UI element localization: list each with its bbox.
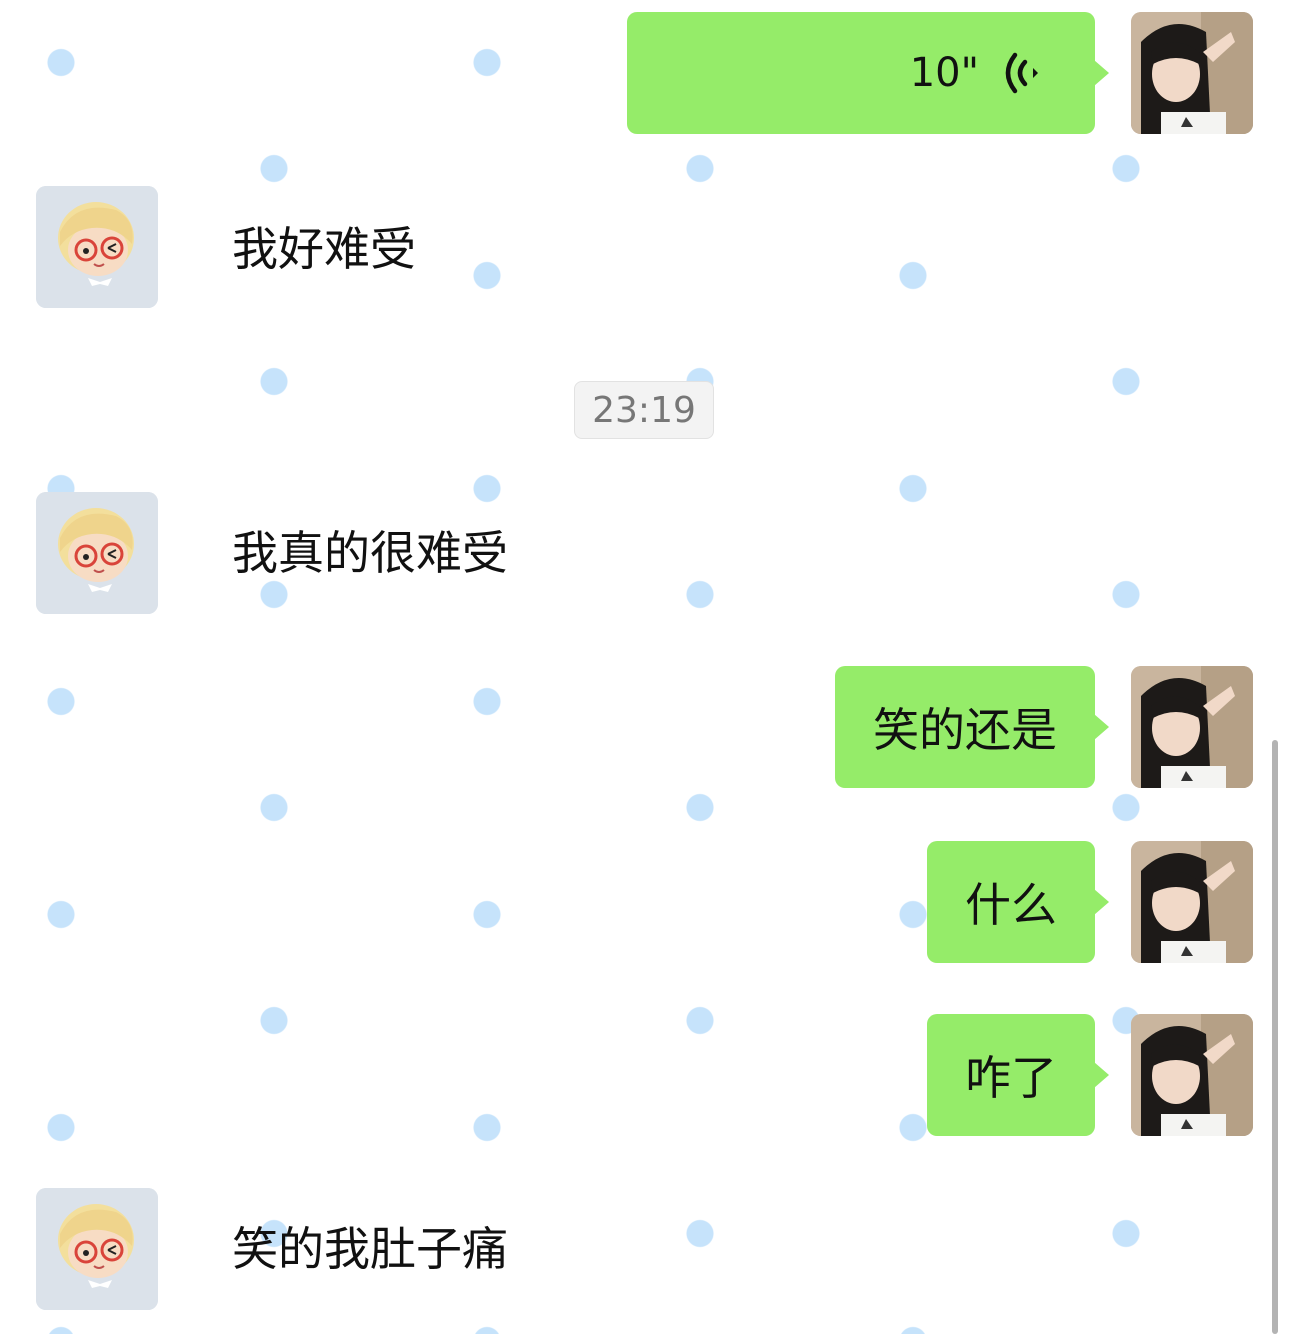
- my-avatar[interactable]: [1131, 12, 1253, 134]
- my-message-bubble[interactable]: 笑的还是: [835, 666, 1109, 788]
- my-message-text: 什么: [965, 878, 1057, 932]
- my-message-text: 笑的还是: [873, 703, 1057, 757]
- friend-message-text[interactable]: 我真的很难受: [232, 526, 508, 580]
- friend-avatar[interactable]: [36, 492, 158, 614]
- my-message-text: 咋了: [965, 1051, 1057, 1105]
- my-message-bubble[interactable]: 什么: [927, 841, 1109, 963]
- my-avatar[interactable]: [1131, 841, 1253, 963]
- my-avatar[interactable]: [1131, 666, 1253, 788]
- my-message-bubble[interactable]: 咋了: [927, 1014, 1109, 1136]
- voice-message-bubble[interactable]: 10": [627, 12, 1109, 134]
- voice-duration: 10": [909, 50, 979, 96]
- friend-avatar[interactable]: [36, 186, 158, 308]
- chat-message-list[interactable]: 10" 我好难受 23:19 我真的很难受 笑的还是 什么 咋了 笑的我肚子痛: [0, 0, 1290, 1334]
- message-timestamp: 23:19: [574, 381, 714, 439]
- friend-message-text[interactable]: 我好难受: [232, 222, 416, 276]
- scrollbar[interactable]: [1272, 740, 1278, 1334]
- friend-message-text[interactable]: 笑的我肚子痛: [232, 1222, 508, 1276]
- voice-wave-icon: [1003, 49, 1043, 97]
- my-avatar[interactable]: [1131, 1014, 1253, 1136]
- friend-avatar[interactable]: [36, 1188, 158, 1310]
